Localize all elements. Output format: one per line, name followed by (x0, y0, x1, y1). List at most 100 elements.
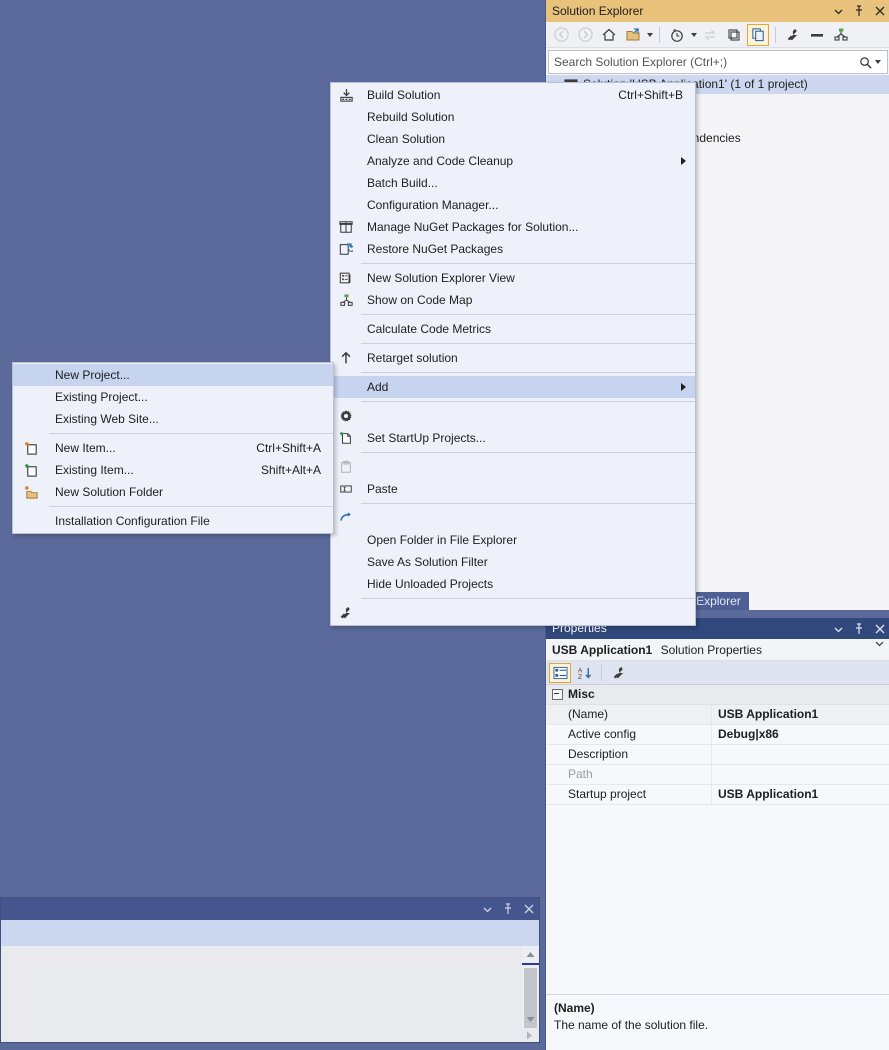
properties-description-pane: (Name) The name of the solution file. (546, 994, 889, 1050)
submenu-item-new-solution-folder[interactable]: New Solution Folder (13, 481, 333, 503)
pin-icon[interactable] (853, 622, 865, 636)
chevron-down-icon[interactable] (875, 60, 881, 64)
menu-item-label: Retarget solution (367, 351, 458, 365)
menu-item-restore-nuget-packages[interactable]: Restore NuGet Packages (331, 238, 695, 260)
refresh-icon[interactable] (699, 24, 721, 46)
scroll-right-arrow-icon[interactable] (526, 1031, 533, 1040)
table-row[interactable]: Description (546, 745, 889, 765)
menu-item-properties[interactable] (331, 602, 695, 624)
chevron-down-icon[interactable] (691, 32, 697, 37)
property-name: Active config (568, 727, 637, 741)
properties-group-header[interactable]: Misc (546, 685, 889, 705)
search-input[interactable]: Search Solution Explorer (Ctrl+;) (548, 50, 888, 74)
chevron-down-icon[interactable] (647, 32, 653, 37)
collapse-icon[interactable] (552, 689, 563, 700)
property-value[interactable]: Debug|x86 (711, 725, 889, 744)
table-row[interactable]: Path (546, 765, 889, 785)
show-all-files-icon[interactable] (747, 23, 769, 46)
menu-item-save-as-solution-filter[interactable]: Open Folder in File Explorer (331, 529, 695, 551)
menu-item-calculate-code-metrics[interactable]: Calculate Code Metrics (331, 318, 695, 340)
no-icon (331, 172, 361, 194)
menu-item-label: Existing Item... (55, 463, 134, 477)
menu-item-rebuild-solution[interactable]: Rebuild Solution (331, 106, 695, 128)
chevron-down-icon[interactable] (832, 622, 844, 636)
property-value[interactable] (711, 765, 889, 784)
sync-with-active-document-icon[interactable] (622, 24, 644, 46)
table-row[interactable]: Startup project USB Application1 (546, 785, 889, 805)
home-icon[interactable] (598, 24, 620, 46)
submenu-item-existing-web-site[interactable]: Existing Web Site... (13, 408, 333, 430)
back-icon[interactable] (550, 24, 572, 46)
toolbar-separator (659, 26, 660, 43)
search-icon[interactable] (859, 56, 887, 69)
property-name: Path (568, 767, 593, 781)
menu-item-manage-nuget-packages[interactable]: Manage NuGet Packages for Solution... (331, 216, 695, 238)
menu-item-set-startup-projects[interactable] (331, 405, 695, 427)
menu-item-open-folder-in-file-explorer[interactable] (331, 507, 695, 529)
solution-explorer-title: Solution Explorer (552, 4, 644, 18)
property-value[interactable] (711, 745, 889, 764)
pin-icon[interactable] (502, 902, 514, 916)
no-icon (13, 364, 49, 386)
collapse-all-icon[interactable] (723, 24, 745, 46)
preview-selected-items-icon[interactable] (806, 24, 828, 46)
horizontal-scrollbar[interactable] (1, 1028, 539, 1042)
menu-item-configuration-manager[interactable]: Configuration Manager... (331, 194, 695, 216)
menu-item-build-solution[interactable]: Build Solution Ctrl+Shift+B (331, 84, 695, 106)
pin-icon[interactable] (853, 4, 865, 18)
submenu-item-existing-item[interactable]: Existing Item... Shift+Alt+A (13, 459, 333, 481)
menu-item-new-solution-explorer-view[interactable]: New Solution Explorer View (331, 267, 695, 289)
property-name: Description (568, 747, 629, 761)
property-value[interactable]: USB Application1 (711, 785, 889, 804)
solution-context-menu: Build Solution Ctrl+Shift+B Rebuild Solu… (330, 82, 696, 626)
menu-item-batch-build[interactable]: Batch Build... (331, 172, 695, 194)
no-icon (331, 106, 361, 128)
menu-item-shortcut: Shift+Alt+A (260, 463, 321, 477)
menu-item-rename[interactable]: Paste (331, 478, 695, 500)
scroll-up-arrow-icon[interactable] (522, 946, 539, 963)
nuget-restore-icon (331, 238, 361, 260)
chevron-down-icon[interactable] (481, 902, 493, 916)
chevron-down-icon[interactable] (875, 639, 884, 648)
forward-icon[interactable] (574, 24, 596, 46)
submenu-item-new-item[interactable]: New Item... Ctrl+Shift+A (13, 437, 333, 459)
menu-item-label: Batch Build... (367, 176, 438, 190)
menu-separator (361, 401, 695, 402)
bottom-tool-window (0, 897, 540, 1043)
menu-item-add-solution-to-source-control[interactable]: Set StartUp Projects... (331, 427, 695, 449)
menu-item-retarget-solution[interactable]: Retarget solution (331, 347, 695, 369)
close-icon[interactable] (874, 622, 886, 636)
menu-separator (49, 506, 333, 507)
menu-separator (361, 452, 695, 453)
menu-item-add[interactable]: Add (331, 376, 695, 398)
pending-changes-filter-icon[interactable] (666, 24, 688, 46)
menu-item-analyze-and-code-cleanup[interactable]: Analyze and Code Cleanup (331, 150, 695, 172)
menu-item-clean-solution[interactable]: Clean Solution (331, 128, 695, 150)
property-pages-icon[interactable] (608, 663, 630, 683)
close-icon[interactable] (523, 902, 535, 916)
menu-item-load-project-dependencies[interactable]: Hide Unloaded Projects (331, 573, 695, 595)
submenu-item-new-project[interactable]: New Project... (13, 364, 333, 386)
menu-item-paste[interactable] (331, 456, 695, 478)
alphabetical-sort-icon[interactable]: A Z (573, 663, 595, 683)
chevron-down-icon[interactable] (832, 4, 844, 18)
properties-icon[interactable] (782, 24, 804, 46)
description-text: The name of the solution file. (554, 1018, 709, 1032)
toolbar-separator (775, 26, 776, 43)
table-row[interactable]: Active config Debug|x86 (546, 725, 889, 745)
menu-item-hide-unloaded-projects[interactable]: Save As Solution Filter (331, 551, 695, 573)
menu-item-label: Show on Code Map (367, 293, 473, 307)
submenu-item-installation-configuration-file[interactable]: Installation Configuration File (13, 510, 333, 532)
menu-item-show-on-code-map[interactable]: Show on Code Map (331, 289, 695, 311)
add-source-control-icon (331, 427, 361, 449)
scroll-down-arrow-icon[interactable] (522, 1011, 539, 1028)
table-row[interactable]: (Name) USB Application1 (546, 705, 889, 725)
bottom-panel-window-buttons (481, 898, 535, 920)
code-map-icon[interactable] (830, 24, 852, 46)
categorized-icon[interactable] (549, 662, 571, 683)
properties-object-selector[interactable]: USB Application1 Solution Properties (546, 639, 889, 661)
vertical-scrollbar[interactable] (522, 946, 539, 1028)
close-icon[interactable] (874, 4, 886, 18)
property-value[interactable]: USB Application1 (711, 705, 889, 724)
submenu-item-existing-project[interactable]: Existing Project... (13, 386, 333, 408)
